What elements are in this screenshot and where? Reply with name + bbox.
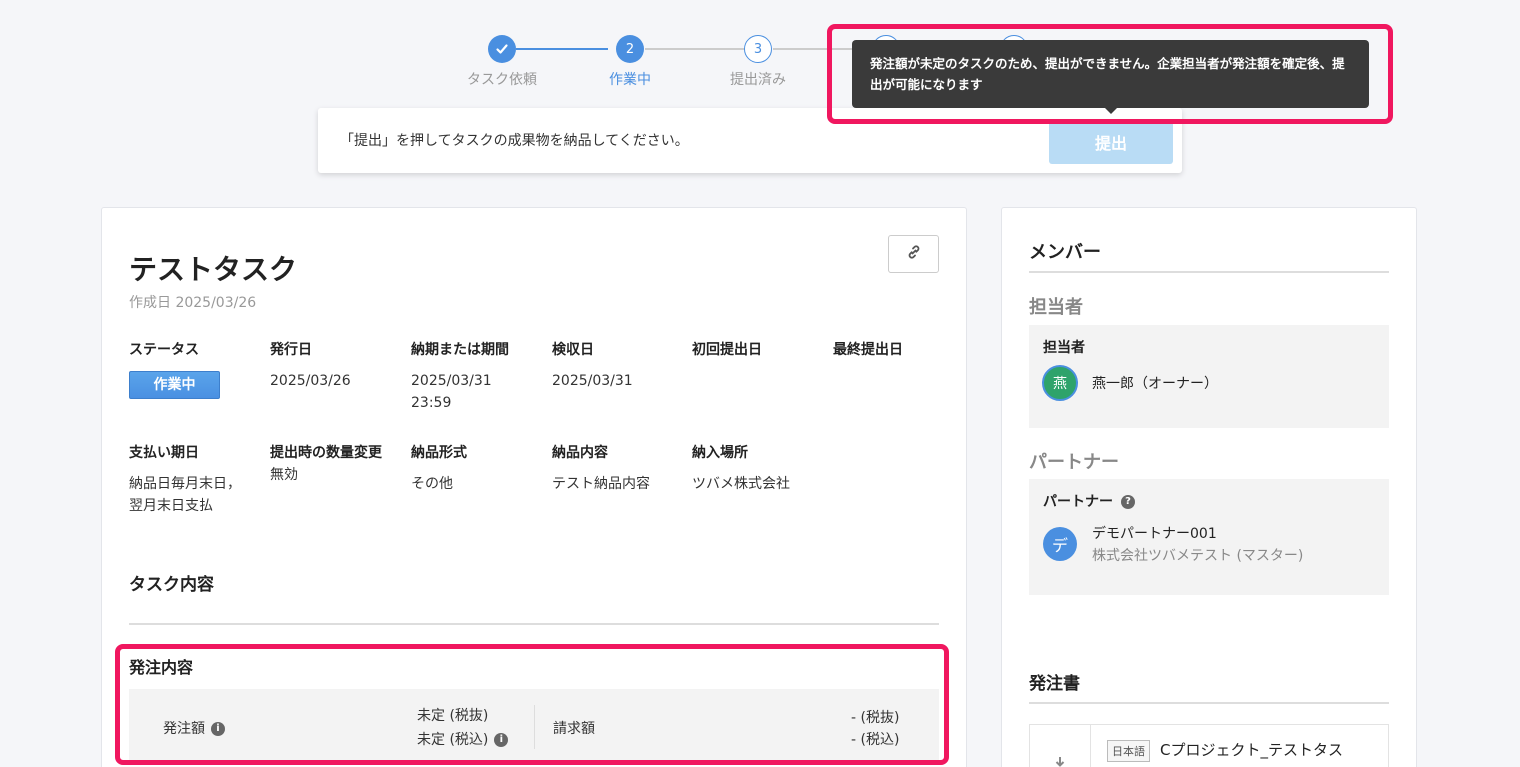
field-issue-date: 発行日 2025/03/26 [270,339,400,392]
step-submitted: 3 提出済み [698,35,818,89]
step-task-request: タスク依頼 [442,35,562,89]
field-last-submit: 最終提出日 [833,339,963,361]
field-delivery-content: 納品内容 テスト納品内容 [552,442,682,495]
step-label: 提出済み [730,72,786,88]
field-delivery-place: 納入場所 ツバメ株式会社 [692,442,822,495]
link-icon [906,244,922,264]
field-first-submit: 初回提出日 [692,339,822,361]
order-highlight [115,644,949,765]
field-value: 2025/03/26 [270,373,351,389]
submit-button[interactable]: 提出 [1049,120,1173,164]
task-content-title: タスク内容 [129,575,214,595]
field-label: 提出時の数量変更 [270,445,382,461]
partner-box: パートナー? デ デモパートナー001 株式会社ツバメテスト (マスター) [1029,479,1389,595]
field-label: 発行日 [270,342,312,358]
field-value: 無効 [270,467,298,483]
submit-instruction: 「提出」を押してタスクの成果物を納品してください。 [340,133,689,149]
assignee-box: 担当者 燕 燕一郎（オーナー） [1029,325,1389,428]
field-value: ツバメ株式会社 [692,476,790,492]
step-in-progress: 2 作業中 [570,35,690,89]
field-label: 検収日 [552,342,594,358]
field-label: 初回提出日 [692,342,762,358]
field-value: 2025/03/31 23:59 [411,373,492,411]
divider [129,623,939,625]
tooltip-arrow [1105,108,1117,114]
partner-box-title-text: パートナー [1043,494,1113,510]
partner-name: デモパートナー001 [1092,526,1217,542]
avatar: 燕 [1042,365,1078,401]
order-doc-item[interactable]: 日本語 Cプロジェクト_テストタス [1029,724,1389,767]
language-tag: 日本語 [1107,740,1150,762]
field-label: 最終提出日 [833,342,903,358]
members-title: メンバー [1029,242,1101,263]
field-deadline: 納期または期間 2025/03/31 23:59 [411,339,511,414]
created-date: 作成日 2025/03/26 [129,295,257,311]
download-button[interactable] [1030,725,1091,767]
field-quantity-change: 提出時の数量変更 無効 [270,442,382,486]
field-status: ステータス 作業中 [129,339,259,399]
status-badge: 作業中 [129,371,220,399]
field-label: 納品内容 [552,445,608,461]
field-label: 支払い期日 [129,445,199,461]
partner-section-title: パートナー [1029,452,1119,473]
field-delivery-format: 納品形式 その他 [411,442,541,495]
partner-company: 株式会社ツバメテスト (マスター) [1092,548,1304,564]
doc-name[interactable]: Cプロジェクト_テストタス [1160,739,1343,760]
submit-disabled-tooltip: 発注額が未定のタスクのため、提出ができません。企業担当者が発注額を確定後、提出が… [852,40,1369,108]
help-icon[interactable]: ? [1121,495,1135,509]
assignee-section-title: 担当者 [1029,297,1083,318]
field-value: 2025/03/31 [552,373,633,389]
field-label: 納入場所 [692,445,748,461]
partner-box-title: パートナー? [1043,491,1135,511]
step-label: 作業中 [609,72,651,88]
copy-link-button[interactable] [888,235,939,273]
check-icon [488,35,516,63]
divider [1029,271,1389,273]
assignee-box-title: 担当者 [1043,340,1085,356]
divider [1029,702,1389,704]
members-card: メンバー 担当者 担当者 燕 燕一郎（オーナー） パートナー パートナー? デ … [1001,207,1417,767]
assignee-name: 燕一郎（オーナー） [1092,376,1218,392]
page: タスク依頼 2 作業中 3 提出済み 4 5 「提出」を押してタスクの成果物を納… [0,0,1520,767]
field-label: ステータス [129,342,199,358]
field-label: 納品形式 [411,445,467,461]
step-number: 3 [744,35,772,63]
field-value: 納品日毎月末日，翌月末日支払 [129,476,241,514]
field-inspection-date: 検収日 2025/03/31 [552,339,682,392]
download-icon [1053,755,1067,767]
step-number: 2 [616,35,644,63]
order-doc-title: 発注書 [1029,674,1080,694]
step-label: タスク依頼 [467,72,537,88]
field-value: テスト納品内容 [552,476,650,492]
field-value: その他 [411,476,453,492]
field-payment-due: 支払い期日 納品日毎月末日，翌月末日支払 [129,442,241,517]
field-label: 納期または期間 [411,342,509,358]
avatar: デ [1043,527,1077,561]
task-title: テストタスク [129,253,298,286]
